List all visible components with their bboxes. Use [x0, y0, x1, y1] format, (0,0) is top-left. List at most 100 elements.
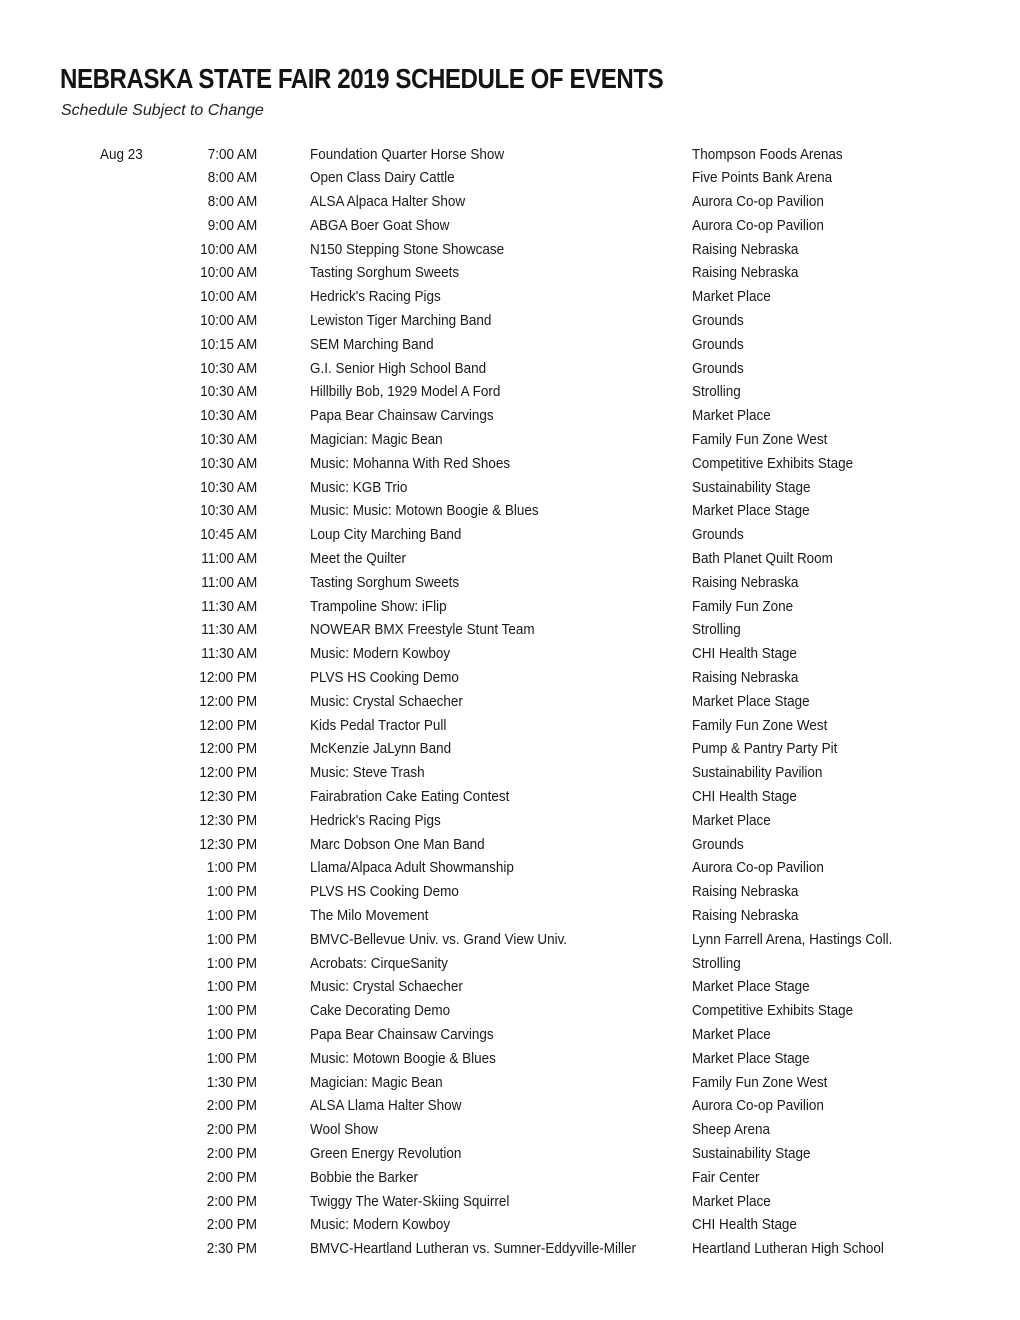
venue-cell: Market Place — [692, 408, 771, 425]
time-cell: 10:00 AM — [200, 289, 257, 306]
event-cell: Acrobats: CirqueSanity — [310, 955, 448, 972]
time-cell: 1:00 PM — [206, 955, 257, 972]
event-cell: Papa Bear Chainsaw Carvings — [310, 1026, 494, 1043]
schedule-row: Aug 23 7:00 AM Foundation Quarter Horse Sh… — [0, 144, 1020, 168]
schedule-row: 11:30 AM NOWEAR BMX Freestyle Stunt Team S… — [0, 619, 1020, 643]
schedule-row: 10:00 AM Hedrick's Racing Pigs Market Plac… — [0, 286, 1020, 310]
schedule-row: 12:30 PM Fairabration Cake Eating Contest… — [0, 786, 1020, 810]
event-cell: Music: Motown Boogie & Blues — [310, 1050, 496, 1067]
event-cell: Hedrick's Racing Pigs — [310, 812, 441, 829]
time-cell: 9:00 AM — [207, 217, 257, 234]
schedule-row: 10:30 AM Magician: Magic Bean Family Fun Z… — [0, 429, 1020, 453]
schedule-row: 10:30 AM G.I. Senior High School Band Grou… — [0, 358, 1020, 382]
venue-cell: Family Fun Zone — [692, 598, 794, 615]
event-cell: Music: Steve Trash — [310, 765, 425, 782]
time-cell: 1:30 PM — [206, 1074, 257, 1091]
time-cell: 1:00 PM — [206, 908, 257, 924]
venue-cell: CHI Health Stage — [692, 789, 797, 806]
time-cell: 12:00 PM — [199, 670, 257, 687]
event-cell: ABGA Boer Goat Show — [310, 217, 450, 234]
venue-cell: CHI Health Stage — [692, 646, 797, 663]
event-cell: Music: KGB Trio — [310, 479, 408, 496]
venue-cell: Grounds — [692, 313, 744, 330]
schedule-row: 10:30 AM Hillbilly Bob, 1929 Model A Ford… — [0, 381, 1020, 405]
venue-cell: Aurora Co-op Pavilion — [692, 194, 824, 211]
schedule-row: 12:00 PM PLVS HS Cooking Demo Raising Nebr… — [0, 667, 1020, 691]
page-subtitle: Schedule Subject to Change — [61, 102, 264, 119]
venue-cell: Market Place — [692, 289, 771, 306]
schedule-row: 1:00 PM The Milo Movement Raising Nebraska — [0, 905, 1020, 929]
schedule-row: 2:00 PM Music: Modern Kowboy CHI Health St… — [0, 1214, 1020, 1238]
venue-cell: Raising Nebraska — [692, 574, 799, 591]
event-cell: Magician: Magic Bean — [310, 1074, 443, 1091]
schedule-row: 2:00 PM Green Energy Revolution Sustainabi… — [0, 1143, 1020, 1167]
time-cell: 1:00 PM — [206, 1050, 257, 1067]
schedule-row: 2:00 PM Wool Show Sheep Arena — [0, 1119, 1020, 1143]
event-cell: Green Energy Revolution — [310, 1145, 462, 1162]
time-cell: 1:00 PM — [206, 1003, 257, 1020]
venue-cell: Market Place Stage — [692, 1050, 810, 1067]
venue-cell: Thompson Foods Arenas — [692, 146, 843, 163]
schedule-row: 10:00 AM Tasting Sorghum Sweets Raising Ne… — [0, 262, 1020, 286]
event-cell: Hillbilly Bob, 1929 Model A Ford — [310, 384, 501, 401]
event-cell: ALSA Llama Halter Show — [310, 1098, 462, 1115]
schedule-table: Aug 23 7:00 AM Foundation Quarter Horse Sh… — [0, 144, 1020, 1262]
time-cell: 12:00 PM — [199, 765, 257, 782]
time-cell: 10:30 AM — [200, 360, 257, 377]
event-cell: ALSA Alpaca Halter Show — [310, 194, 466, 211]
venue-cell: Strolling — [692, 955, 741, 972]
schedule-row: 1:00 PM BMVC-Bellevue Univ. vs. Grand Vie… — [0, 929, 1020, 953]
event-cell: Meet the Quilter — [310, 551, 406, 568]
event-cell: Trampoline Show: iFlip — [310, 598, 447, 615]
venue-cell: Raising Nebraska — [692, 670, 799, 687]
time-cell: 10:00 AM — [200, 241, 257, 258]
schedule-row: 1:00 PM Music: Motown Boogie & Blues Marke… — [0, 1048, 1020, 1072]
schedule-row: 12:30 PM Hedrick's Racing Pigs Market Plac… — [0, 810, 1020, 834]
venue-cell: Sustainability Pavilion — [692, 765, 823, 782]
event-cell: N150 Stepping Stone Showcase — [310, 241, 505, 258]
time-cell: 10:00 AM — [200, 313, 257, 330]
time-cell: 10:30 AM — [200, 432, 257, 449]
schedule-row: 1:00 PM Llama/Alpaca Adult Showmanship Aur… — [0, 857, 1020, 881]
schedule-row: 1:00 PM Music: Crystal Schaecher Market Pl… — [0, 976, 1020, 1000]
event-cell: PLVS HS Cooking Demo — [310, 670, 459, 687]
venue-cell: CHI Health Stage — [692, 1217, 797, 1234]
schedule-row: 10:00 AM Lewiston Tiger Marching Band Grou… — [0, 310, 1020, 334]
venue-cell: Raising Nebraska — [692, 908, 799, 924]
venue-cell: Sustainability Stage — [692, 479, 811, 496]
venue-cell: Family Fun Zone West — [692, 1074, 828, 1091]
venue-cell: Raising Nebraska — [692, 241, 799, 258]
schedule-row: 12:00 PM McKenzie JaLynn Band Pump & Pantr… — [0, 738, 1020, 762]
event-cell: Tasting Sorghum Sweets — [310, 574, 460, 591]
event-cell: BMVC-Bellevue Univ. vs. Grand View Univ. — [310, 931, 568, 948]
event-cell: Llama/Alpaca Adult Showmanship — [310, 860, 514, 877]
event-cell: Twiggy The Water-Skiing Squirrel — [310, 1193, 510, 1210]
schedule-row: 10:30 AM Music: KGB Trio Sustainability St… — [0, 477, 1020, 501]
time-cell: 11:30 AM — [201, 622, 257, 639]
time-cell: 1:00 PM — [206, 979, 257, 996]
venue-cell: Strolling — [692, 622, 741, 639]
venue-cell: Sustainability Stage — [692, 1145, 811, 1162]
event-cell: Music: Crystal Schaecher — [310, 979, 463, 996]
time-cell: 8:00 AM — [207, 170, 257, 187]
venue-cell: Aurora Co-op Pavilion — [692, 860, 824, 877]
venue-cell: Pump & Pantry Party Pit — [692, 741, 838, 758]
time-cell: 12:00 PM — [199, 693, 257, 710]
event-cell: Music: Crystal Schaecher — [310, 693, 463, 710]
venue-cell: Market Place Stage — [692, 503, 810, 520]
schedule-row: 11:00 AM Meet the Quilter Bath Planet Quil… — [0, 548, 1020, 572]
time-cell: 11:00 AM — [201, 574, 257, 591]
venue-cell: Grounds — [692, 360, 744, 377]
event-cell: SEM Marching Band — [310, 336, 434, 353]
event-cell: PLVS HS Cooking Demo — [310, 884, 459, 901]
schedule-row: 9:00 AM ABGA Boer Goat Show Aurora Co-op P… — [0, 215, 1020, 239]
venue-cell: Fair Center — [692, 1169, 760, 1186]
time-cell: 12:00 PM — [199, 741, 257, 758]
venue-cell: Aurora Co-op Pavilion — [692, 217, 824, 234]
event-cell: Lewiston Tiger Marching Band — [310, 313, 492, 330]
event-cell: The Milo Movement — [310, 908, 429, 924]
event-cell: Cake Decorating Demo — [310, 1003, 451, 1020]
time-cell: 10:15 AM — [200, 336, 257, 353]
event-cell: Bobbie the Barker — [310, 1169, 418, 1186]
event-cell: Music: Music: Motown Boogie & Blues — [310, 503, 539, 520]
